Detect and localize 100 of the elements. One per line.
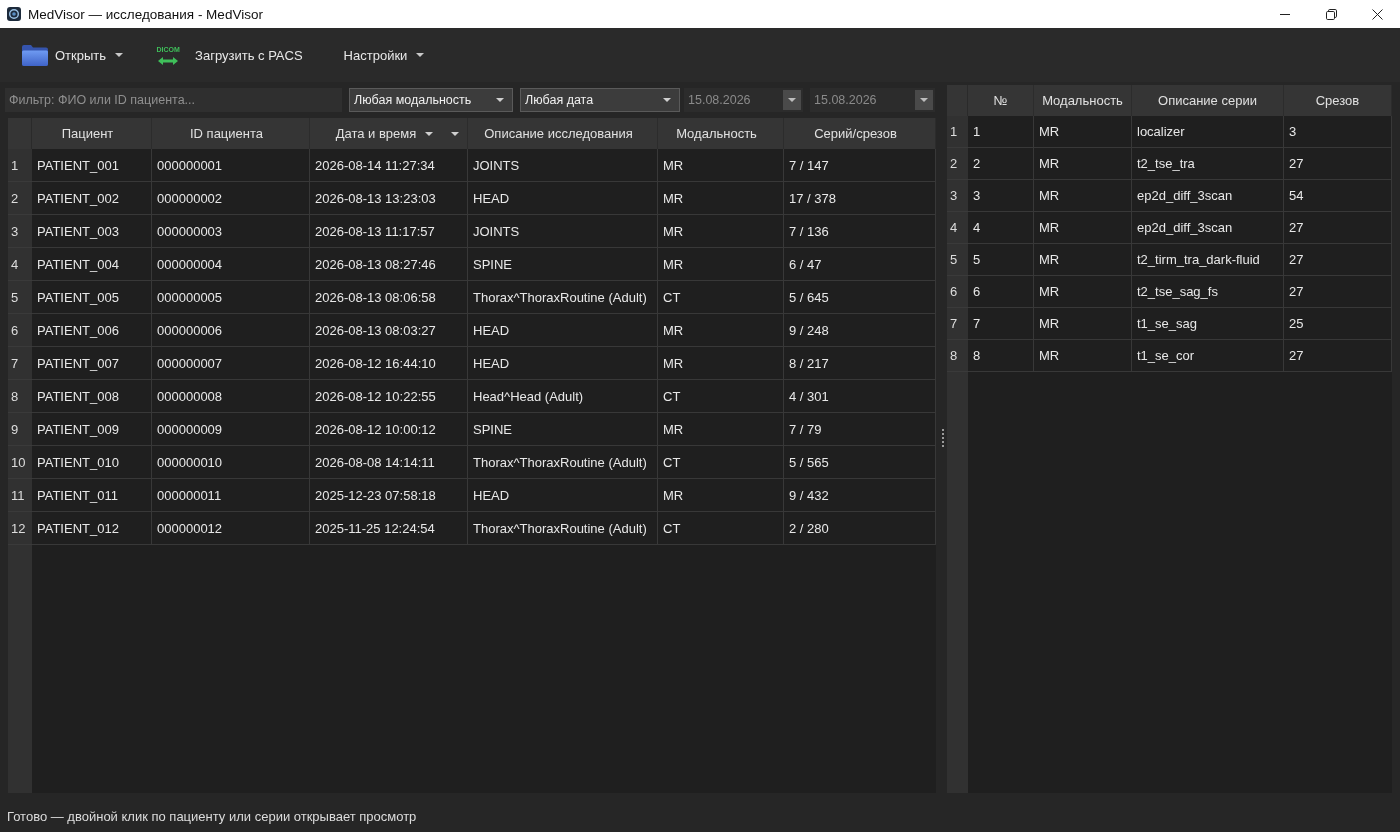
table-cell: JOINTS	[468, 149, 658, 182]
table-cell: 3	[968, 180, 1034, 212]
table-cell: 2025-11-25 12:24:54	[310, 512, 468, 545]
table-cell: 000000011	[152, 479, 310, 512]
table-cell: PATIENT_004	[32, 248, 152, 281]
table-cell: 1	[968, 116, 1034, 148]
table-cell: PATIENT_002	[32, 182, 152, 215]
table-cell: PATIENT_010	[32, 446, 152, 479]
table-cell: 2026-08-12 10:00:12	[310, 413, 468, 446]
table-cell: 6 / 47	[784, 248, 936, 281]
toolbar-button[interactable]: Открыть	[16, 36, 130, 74]
table-cell: 2026-08-14 11:27:34	[310, 149, 468, 182]
sort-caret-icon	[425, 131, 434, 136]
modality-dropdown[interactable]: Любая модальность	[349, 88, 513, 112]
window-title: MedVisor — исследования - MedVisor	[28, 6, 263, 22]
table-cell: 2026-08-12 16:44:10	[310, 347, 468, 380]
table-cell: 27	[1284, 244, 1392, 276]
table-cell: MR	[1034, 340, 1132, 372]
table-cell: PATIENT_012	[32, 512, 152, 545]
table-cell: CT	[658, 512, 784, 545]
close-icon	[1371, 8, 1383, 20]
table-cell: HEAD	[468, 314, 658, 347]
table-cell: localizer	[1132, 116, 1284, 148]
minimize-icon	[1280, 13, 1290, 15]
table-cell: CT	[658, 446, 784, 479]
table-cell: t2_tse_sag_fs	[1132, 276, 1284, 308]
table-cell: t1_se_sag	[1132, 308, 1284, 340]
table-cell: 2026-08-08 14:14:11	[310, 446, 468, 479]
table-cell: 2026-08-13 11:17:57	[310, 215, 468, 248]
table-cell: t2_tse_tra	[1132, 148, 1284, 180]
table-cell: MR	[658, 314, 784, 347]
toolbar-button[interactable]: Настройки	[337, 36, 431, 74]
table-cell: 2026-08-13 08:06:58	[310, 281, 468, 314]
app-logo-icon	[7, 7, 21, 21]
table-cell: Thorax^ThoraxRoutine (Adult)	[468, 446, 658, 479]
table-cell: CT	[658, 281, 784, 314]
caret-icon	[451, 131, 459, 136]
table-cell: ep2d_diff_3scan	[1132, 180, 1284, 212]
splitter-handle[interactable]	[942, 428, 944, 447]
table-cell: PATIENT_003	[32, 215, 152, 248]
status-text: Готово — двойной клик по пациенту или серии открывает просмотр	[7, 808, 417, 824]
table-cell: 2026-08-12 10:22:55	[310, 380, 468, 413]
table-cell: 5	[968, 244, 1034, 276]
restore-icon	[1325, 8, 1337, 20]
table-cell: MR	[1034, 244, 1132, 276]
caret-icon	[663, 98, 671, 102]
date-range-dropdown[interactable]: Любая дата	[520, 88, 680, 112]
table-cell: 7	[968, 308, 1034, 340]
table-cell: 000000012	[152, 512, 310, 545]
table-cell: 27	[1284, 276, 1392, 308]
table-cell: MR	[658, 215, 784, 248]
table-cell: MR	[1034, 308, 1132, 340]
table-cell: 27	[1284, 340, 1392, 372]
table-cell: MR	[658, 479, 784, 512]
filter-search-field[interactable]: Фильтр: ФИО или ID пациента...	[5, 88, 342, 112]
table-cell: MR	[658, 413, 784, 446]
table-cell: 000000009	[152, 413, 310, 446]
table-cell: ep2d_diff_3scan	[1132, 212, 1284, 244]
table-cell: MR	[658, 149, 784, 182]
table-cell: 000000005	[152, 281, 310, 314]
table-cell: 6	[968, 276, 1034, 308]
table-cell: HEAD	[468, 182, 658, 215]
table-cell: MR	[1034, 116, 1132, 148]
table-cell: 7 / 79	[784, 413, 936, 446]
table-cell: PATIENT_001	[32, 149, 152, 182]
table-cell: 4	[968, 212, 1034, 244]
table-cell: 9 / 432	[784, 479, 936, 512]
table-cell: JOINTS	[468, 215, 658, 248]
table-cell: 000000010	[152, 446, 310, 479]
table-cell: PATIENT_007	[32, 347, 152, 380]
table-cell: 000000007	[152, 347, 310, 380]
table-cell: 17 / 378	[784, 182, 936, 215]
table-cell: MR	[658, 248, 784, 281]
table-cell: 2026-08-13 08:03:27	[310, 314, 468, 347]
caret-icon	[496, 98, 504, 102]
table-cell: 000000001	[152, 149, 310, 182]
table-cell: 5 / 565	[784, 446, 936, 479]
table-cell: 4 / 301	[784, 380, 936, 413]
table-cell: 000000008	[152, 380, 310, 413]
table-cell: t1_se_cor	[1132, 340, 1284, 372]
table-cell: 2	[968, 148, 1034, 180]
table-cell: PATIENT_009	[32, 413, 152, 446]
table-cell: 2 / 280	[784, 512, 936, 545]
table-cell: 7 / 147	[784, 149, 936, 182]
table-cell: MR	[1034, 148, 1132, 180]
table-cell: SPINE	[468, 413, 658, 446]
table-cell: 000000002	[152, 182, 310, 215]
table-cell: 25	[1284, 308, 1392, 340]
table-cell: MR	[1034, 276, 1132, 308]
caret-icon	[115, 53, 124, 57]
table-cell: t2_tirm_tra_dark-fluid	[1132, 244, 1284, 276]
table-cell: MR	[658, 347, 784, 380]
table-cell: HEAD	[468, 479, 658, 512]
table-cell: Thorax^ThoraxRoutine (Adult)	[468, 281, 658, 314]
table-cell: 8	[968, 340, 1034, 372]
table-cell: CT	[658, 380, 784, 413]
table-cell: 000000006	[152, 314, 310, 347]
table-cell: Head^Head (Adult)	[468, 380, 658, 413]
caret-icon	[416, 53, 425, 57]
table-cell: 7 / 136	[784, 215, 936, 248]
